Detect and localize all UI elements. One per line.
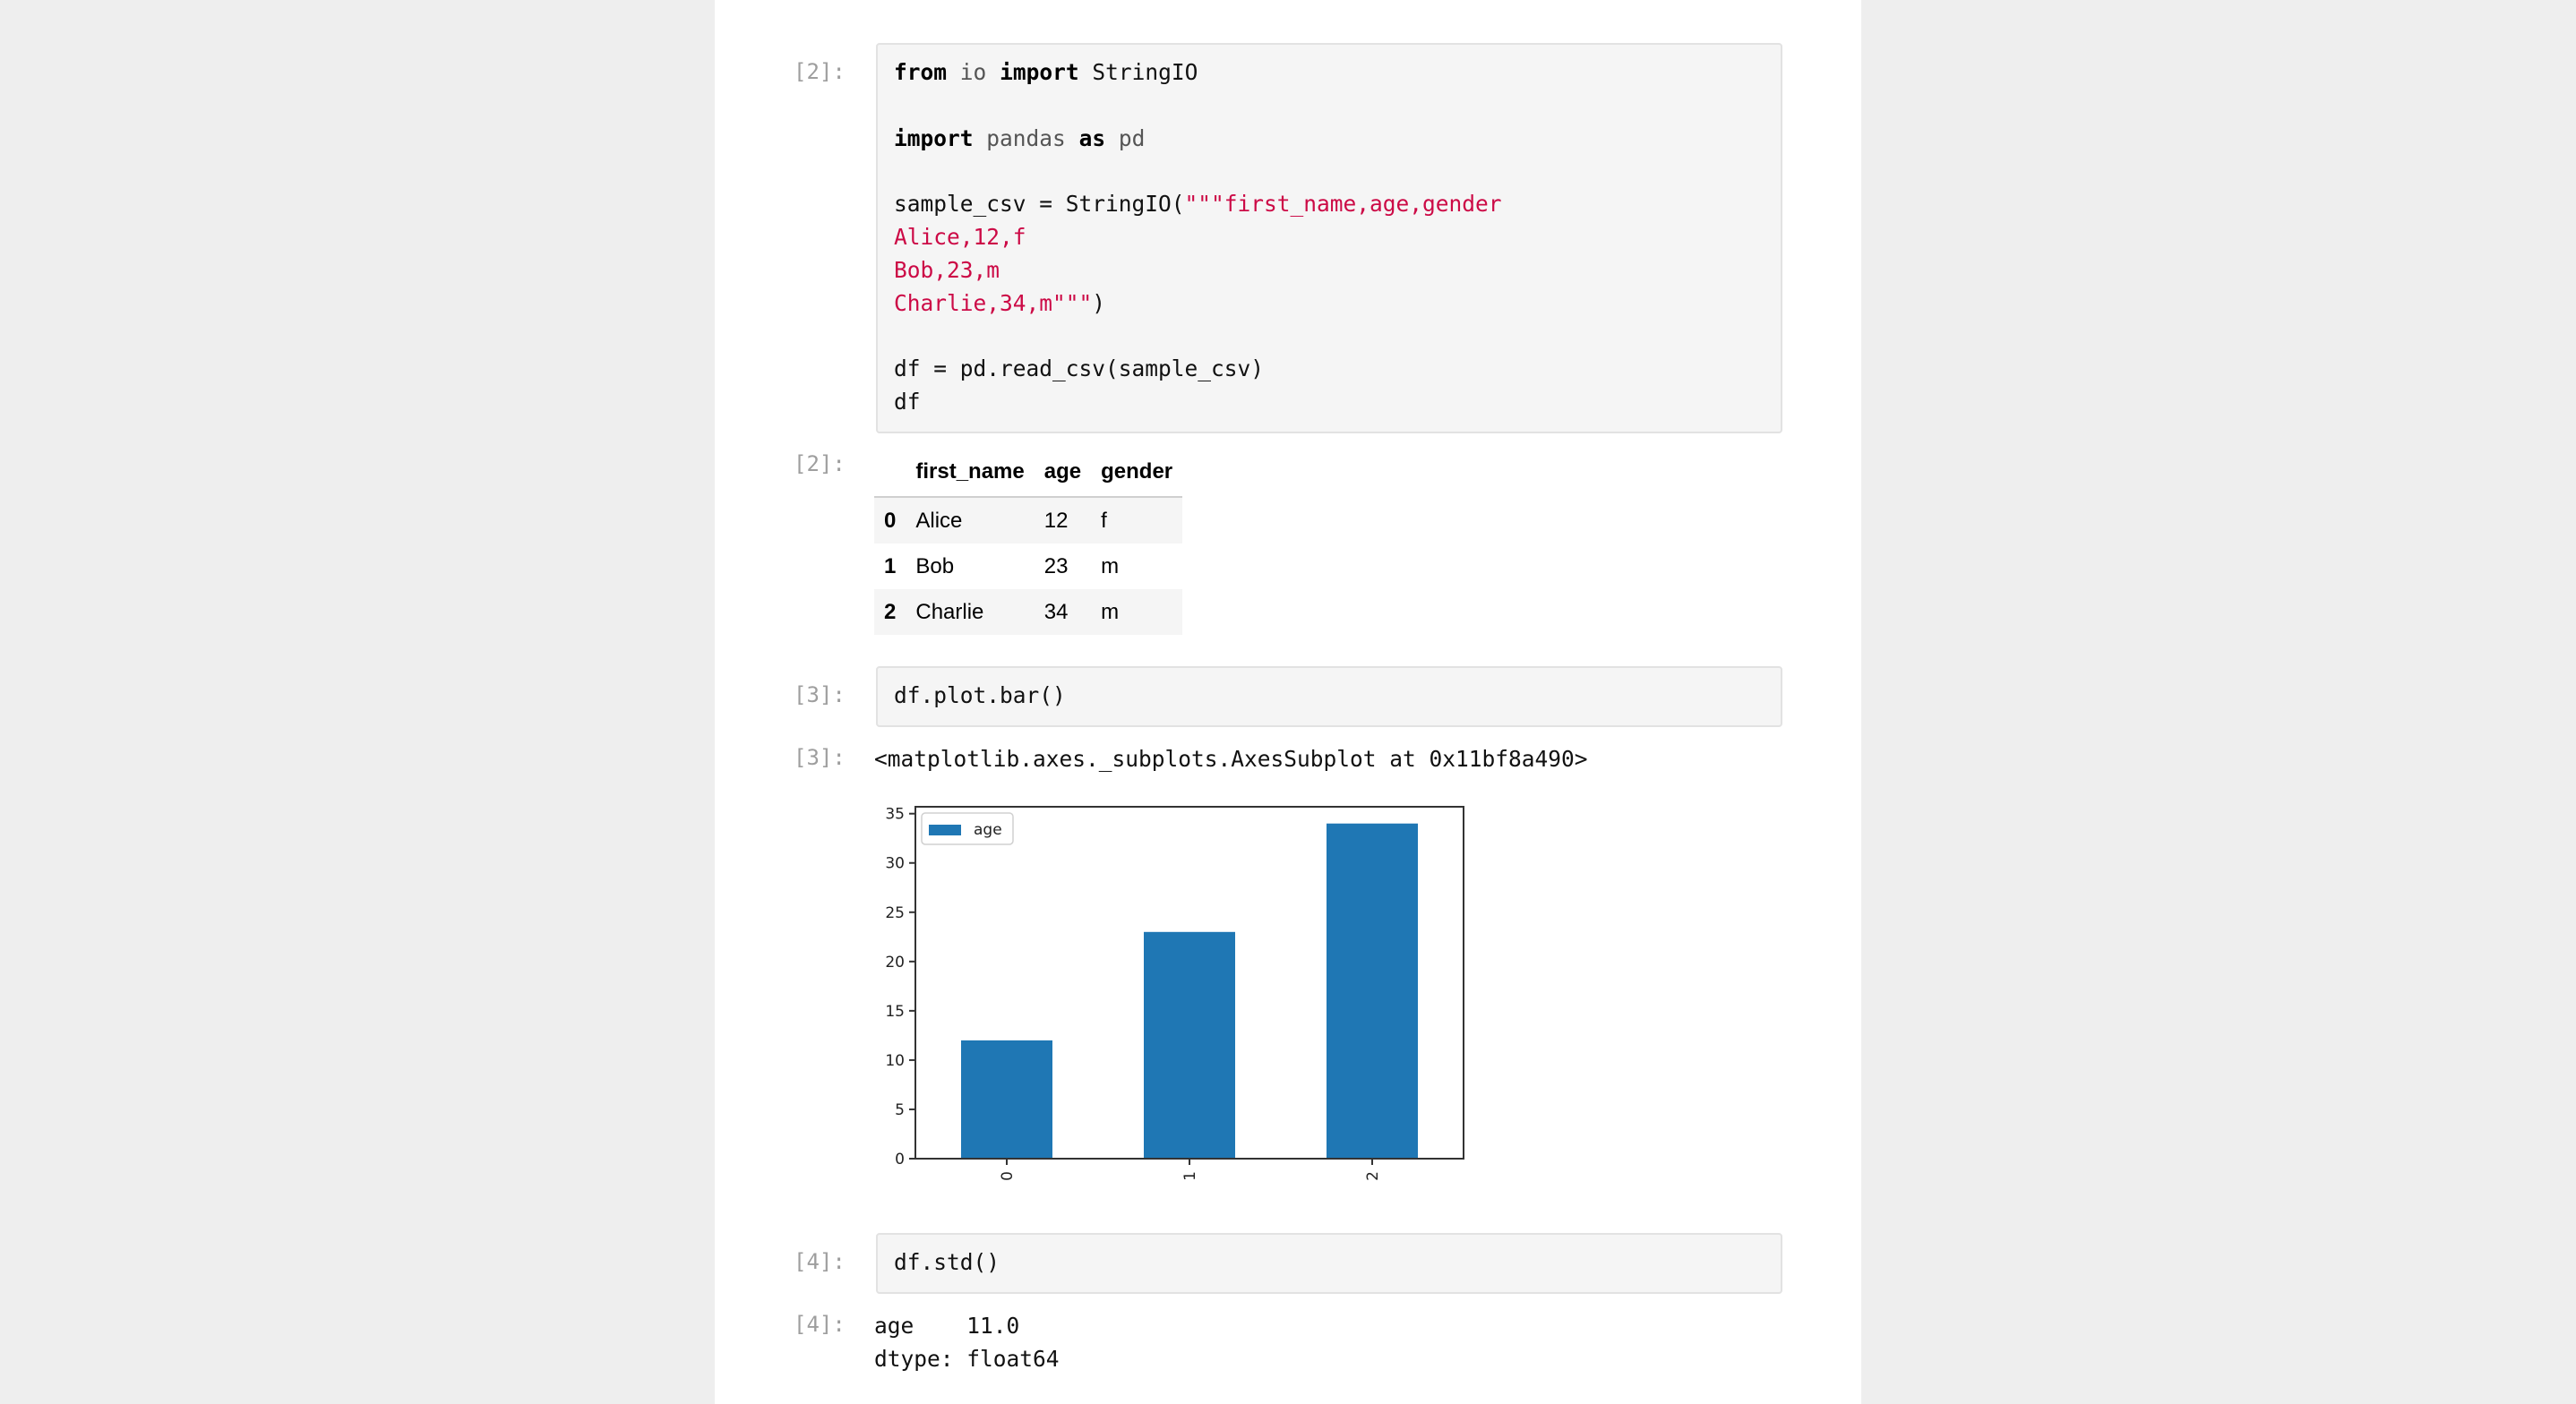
y-tick-label: 20 <box>885 954 905 972</box>
cell-4-input-prompt: [4]: <box>794 1249 846 1274</box>
code-string: """first_name,age,gender <box>1184 191 1502 218</box>
table-cell: 12 <box>1043 508 1069 533</box>
y-tick-label: 35 <box>885 806 905 824</box>
code-keyword: import <box>1000 59 1079 85</box>
code-module: io <box>959 59 987 85</box>
cell-2-input-prompt: [2]: <box>794 59 846 84</box>
y-tick-label: 15 <box>885 1003 905 1021</box>
table-cell: f <box>1101 508 1107 533</box>
index-header <box>874 448 906 498</box>
code-text: ) <box>1092 289 1106 316</box>
y-tick-label: 10 <box>885 1052 905 1070</box>
column-header: age <box>1034 448 1092 498</box>
code-string: Alice,12,f <box>894 223 1026 250</box>
chart-bar <box>961 1040 1052 1159</box>
table-row: 0 Alice 12 f <box>874 497 1183 544</box>
cell-3-output-prompt: [3]: <box>794 745 846 770</box>
cell-2-code: from io import StringIO import pandas as… <box>894 56 1502 419</box>
code-text: df <box>894 388 921 415</box>
table-cell: Alice <box>915 508 963 533</box>
cell-4-code: df.std() <box>894 1249 1000 1275</box>
table-cell: m <box>1101 553 1120 578</box>
chart-bar <box>1327 823 1418 1159</box>
legend-label: age <box>974 821 1002 839</box>
cell-4-output-line-1: age 11.0 <box>874 1313 1020 1339</box>
cell-2-output-prompt: [2]: <box>794 451 846 476</box>
legend-swatch <box>929 825 961 835</box>
column-header: gender <box>1091 448 1183 498</box>
y-tick-label: 5 <box>895 1101 905 1119</box>
row-index: 1 <box>884 553 897 578</box>
code-alias: pd <box>1118 124 1146 151</box>
code-keyword: import <box>894 124 974 151</box>
table-cell: m <box>1101 599 1120 624</box>
chart-bar <box>1144 931 1235 1159</box>
code-module: pandas <box>986 124 1066 151</box>
cell-4-output-prompt: [4]: <box>794 1312 846 1337</box>
code-string: Charlie,34,m""" <box>894 289 1093 316</box>
table-cell: Bob <box>915 553 955 578</box>
cell-2-code-editor[interactable]: from io import StringIO import pandas as… <box>876 43 1782 433</box>
cell-3-input-prompt: [3]: <box>794 682 846 707</box>
table-row: 1 Bob 23 m <box>874 544 1182 589</box>
table-header-row: first_name age gender <box>874 448 1183 498</box>
cell-3-code: df.plot.bar() <box>894 682 1066 708</box>
x-tick-label: 2 <box>1364 1171 1382 1181</box>
code-keyword: as <box>1078 124 1106 151</box>
code-keyword: from <box>894 59 948 85</box>
code-text: sample_csv = StringIO( <box>894 191 1185 218</box>
row-index: 0 <box>884 508 897 533</box>
table-cell: 23 <box>1043 553 1069 578</box>
table-cell: Charlie <box>915 599 984 624</box>
dataframe-table: first_name age gender 0 Alice 12 f 1 Bob… <box>874 448 1183 635</box>
table-cell: 34 <box>1043 599 1069 624</box>
row-index: 2 <box>884 599 897 624</box>
cell-4-output-line-2: dtype: float64 <box>874 1346 1060 1372</box>
code-string: Bob,23,m <box>894 256 1000 283</box>
cell-3-code-editor[interactable]: df.plot.bar() <box>876 666 1782 727</box>
x-tick-label: 0 <box>999 1171 1017 1181</box>
bar-chart: 0 5 10 15 20 25 30 35 0 1 2 age <box>885 806 1464 1181</box>
cell-4-code-editor[interactable]: df.std() <box>876 1233 1782 1294</box>
code-name: StringIO <box>1092 59 1198 85</box>
y-tick-label: 25 <box>885 904 905 922</box>
cell-3-output-text: <matplotlib.axes._subplots.AxesSubplot a… <box>874 746 1588 772</box>
code-text: df = pd.read_csv(sample_csv) <box>894 355 1265 382</box>
y-tick-label: 30 <box>885 855 905 873</box>
x-tick-label: 1 <box>1181 1171 1199 1181</box>
table-row: 2 Charlie 34 m <box>874 589 1183 635</box>
y-tick-label: 0 <box>895 1151 905 1169</box>
column-header: first_name <box>906 448 1035 498</box>
